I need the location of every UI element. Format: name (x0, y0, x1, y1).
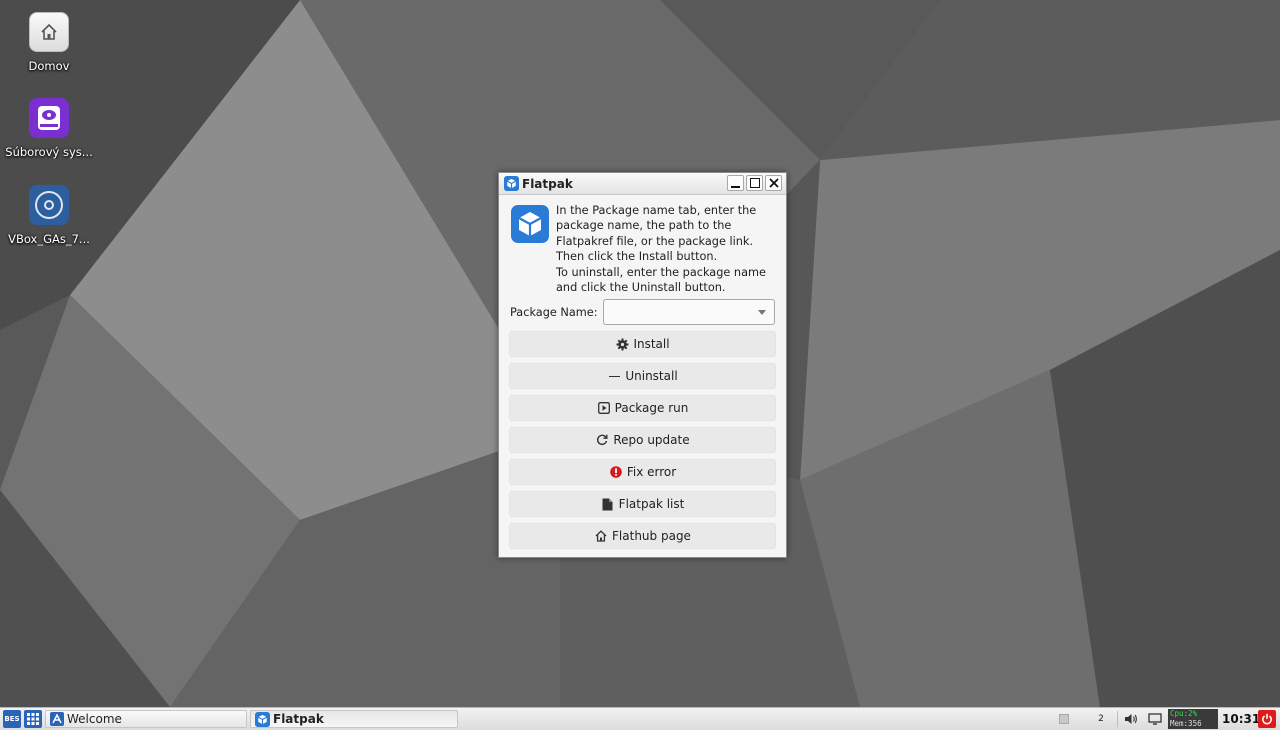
chevron-down-icon (758, 310, 766, 316)
memory-usage: Mem:356 (1170, 718, 1202, 728)
uninstall-button[interactable]: Uninstall (509, 363, 776, 390)
flatpak-list-button[interactable]: Flatpak list (509, 491, 776, 518)
install-label: Install (633, 337, 670, 352)
drive-icon (29, 98, 69, 138)
package-name-label: Package Name: (510, 305, 598, 319)
fix-error-button[interactable]: Fix error (509, 459, 776, 486)
square-icon (1059, 714, 1069, 724)
task-flatpak[interactable]: Flatpak (250, 710, 458, 728)
welcome-icon (50, 712, 64, 726)
volume-button[interactable] (1122, 710, 1140, 728)
app-grid-button[interactable] (24, 710, 42, 728)
desktop-icon-label: VBox_GAs_7... (8, 232, 90, 246)
play-icon (597, 401, 611, 415)
package-name-combobox[interactable] (602, 299, 775, 326)
fix-error-label: Fix error (626, 465, 677, 480)
display-button[interactable] (1146, 710, 1164, 728)
close-icon (768, 178, 779, 188)
workspace-switcher[interactable]: 2 (1087, 710, 1115, 728)
taskbar: BES Welcome Flatpak 2 Cpu:2% Mem:356 10:… (0, 707, 1280, 730)
document-icon (601, 497, 615, 511)
separator (1117, 711, 1118, 727)
minimize-icon (731, 185, 740, 188)
minus-icon (607, 369, 621, 383)
maximize-icon (749, 178, 760, 188)
flatpak-icon (255, 711, 270, 727)
task-label: Flatpak (273, 712, 324, 726)
maximize-button[interactable] (746, 175, 763, 191)
uninstall-label: Uninstall (625, 369, 678, 384)
info-line: Then click the Install button. (556, 250, 718, 264)
monitor-icon (1148, 713, 1162, 725)
gear-icon (615, 337, 629, 351)
package-run-label: Package run (614, 401, 689, 416)
flatpak-icon (504, 176, 519, 191)
window-title: Flatpak (522, 176, 573, 191)
info-line: package name, the path to the (556, 219, 732, 233)
workspace-number: 2 (1098, 714, 1104, 724)
cpu-usage: Cpu:2% (1170, 709, 1198, 718)
power-icon (1262, 713, 1272, 725)
info-line: To uninstall, enter the package name (556, 265, 766, 279)
flatpak-window: Flatpak In the Package name tab, enter t… (498, 172, 787, 558)
repo-update-label: Repo update (613, 433, 690, 448)
repo-update-button[interactable]: Repo update (509, 427, 776, 454)
system-monitor[interactable]: Cpu:2% Mem:356 (1168, 709, 1218, 729)
desktop-icon-label: Súborový sys... (5, 145, 93, 159)
home-icon (594, 529, 608, 543)
error-icon (609, 465, 623, 479)
desktop-icon-label: Domov (28, 59, 70, 73)
task-welcome[interactable]: Welcome (45, 710, 247, 728)
home-folder-icon (29, 12, 69, 52)
task-label: Welcome (67, 712, 122, 726)
info-text: In the Package name tab, enter the packa… (556, 203, 766, 295)
refresh-icon (595, 433, 609, 447)
power-button[interactable] (1258, 710, 1276, 728)
start-menu-label: BES (4, 715, 20, 723)
flathub-page-button[interactable]: Flathub page (509, 523, 776, 550)
clock[interactable]: 10:31 (1222, 710, 1260, 728)
start-menu-button[interactable]: BES (3, 710, 21, 728)
info-section: In the Package name tab, enter the packa… (499, 195, 786, 295)
close-button[interactable] (765, 175, 782, 191)
optical-disc-icon (29, 185, 69, 225)
volume-icon (1125, 714, 1137, 724)
desktop-icon-home[interactable]: Domov (4, 12, 94, 73)
package-row: Package Name: (510, 299, 775, 326)
info-line: and click the Uninstall button. (556, 281, 726, 295)
window-titlebar[interactable]: Flatpak (499, 173, 786, 195)
desktop: Domov Súborový sys... VBox_GAs_7... Flat… (0, 0, 1280, 707)
flathub-page-label: Flathub page (612, 529, 691, 544)
grid-icon (27, 713, 39, 725)
flatpak-logo-icon (511, 205, 549, 243)
info-line: In the Package name tab, enter the (556, 204, 757, 217)
desktop-icon-vbox[interactable]: VBox_GAs_7... (4, 185, 94, 246)
minimize-button[interactable] (727, 175, 744, 191)
desktop-icon-filesystem[interactable]: Súborový sys... (4, 98, 94, 159)
package-run-button[interactable]: Package run (509, 395, 776, 422)
show-desktop-button[interactable] (1045, 710, 1083, 728)
info-line: Flatpakref file, or the package link. (556, 234, 754, 248)
install-button[interactable]: Install (509, 331, 776, 358)
flatpak-list-label: Flatpak list (618, 497, 685, 512)
